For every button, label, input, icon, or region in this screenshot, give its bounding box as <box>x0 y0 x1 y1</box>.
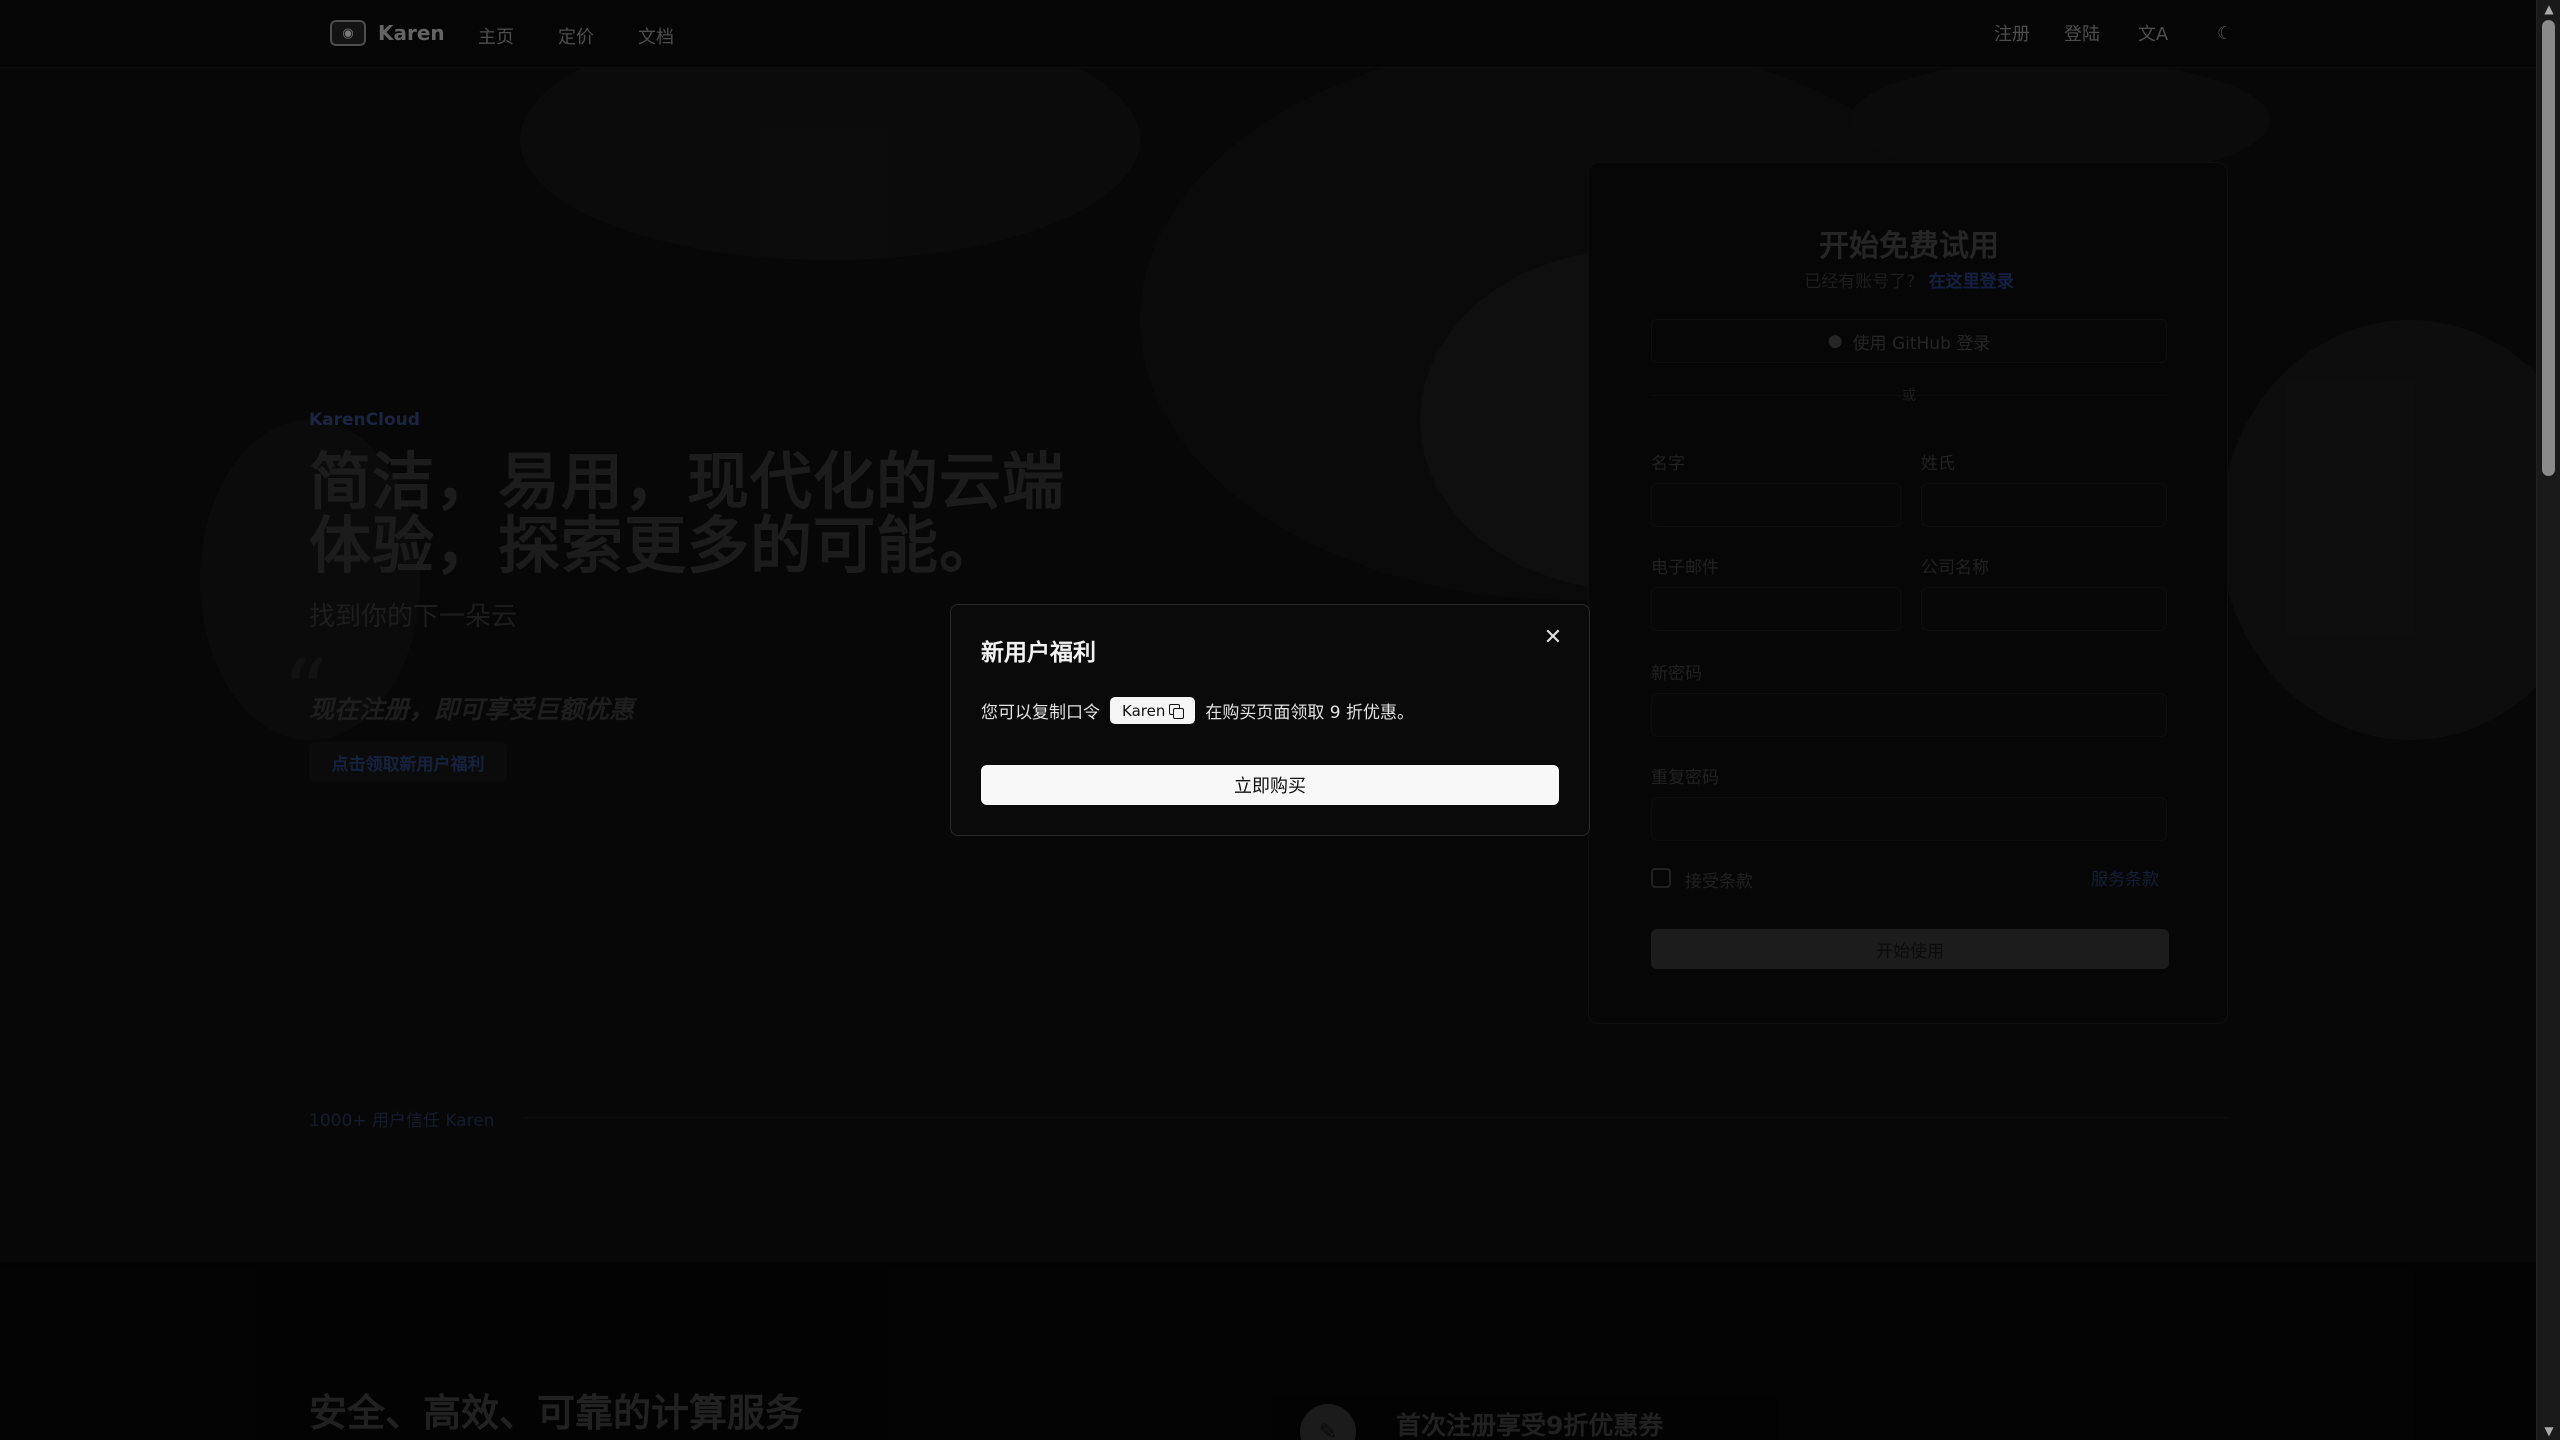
close-icon[interactable]: ✕ <box>1539 623 1567 651</box>
scroll-down-icon[interactable]: ▼ <box>2537 1422 2560 1440</box>
scroll-thumb[interactable] <box>2542 20 2555 476</box>
dialog-body: 您可以复制口令 Karen 在购买页面领取 9 折优惠。 <box>981 697 1414 724</box>
buy-now-button[interactable]: 立即购买 <box>981 765 1559 805</box>
scrollbar[interactable]: ▲ ▼ <box>2536 0 2560 1440</box>
dialog-body-suffix: 在购买页面领取 9 折优惠。 <box>1205 703 1414 723</box>
page: ◉ Karen 主页 定价 文档 注册 登陆 文A ☾ KarenCloud 简… <box>0 0 2536 1440</box>
scroll-up-icon[interactable]: ▲ <box>2537 0 2560 18</box>
copy-code-button[interactable]: Karen <box>1110 697 1196 724</box>
dialog-title: 新用户福利 <box>981 640 1096 666</box>
promo-code: Karen <box>1122 701 1166 720</box>
dialog-body-prefix: 您可以复制口令 <box>981 703 1100 723</box>
new-user-benefit-dialog: 新用户福利 ✕ 您可以复制口令 Karen 在购买页面领取 9 折优惠。 立即购… <box>950 604 1590 836</box>
copy-icon <box>1169 703 1185 719</box>
